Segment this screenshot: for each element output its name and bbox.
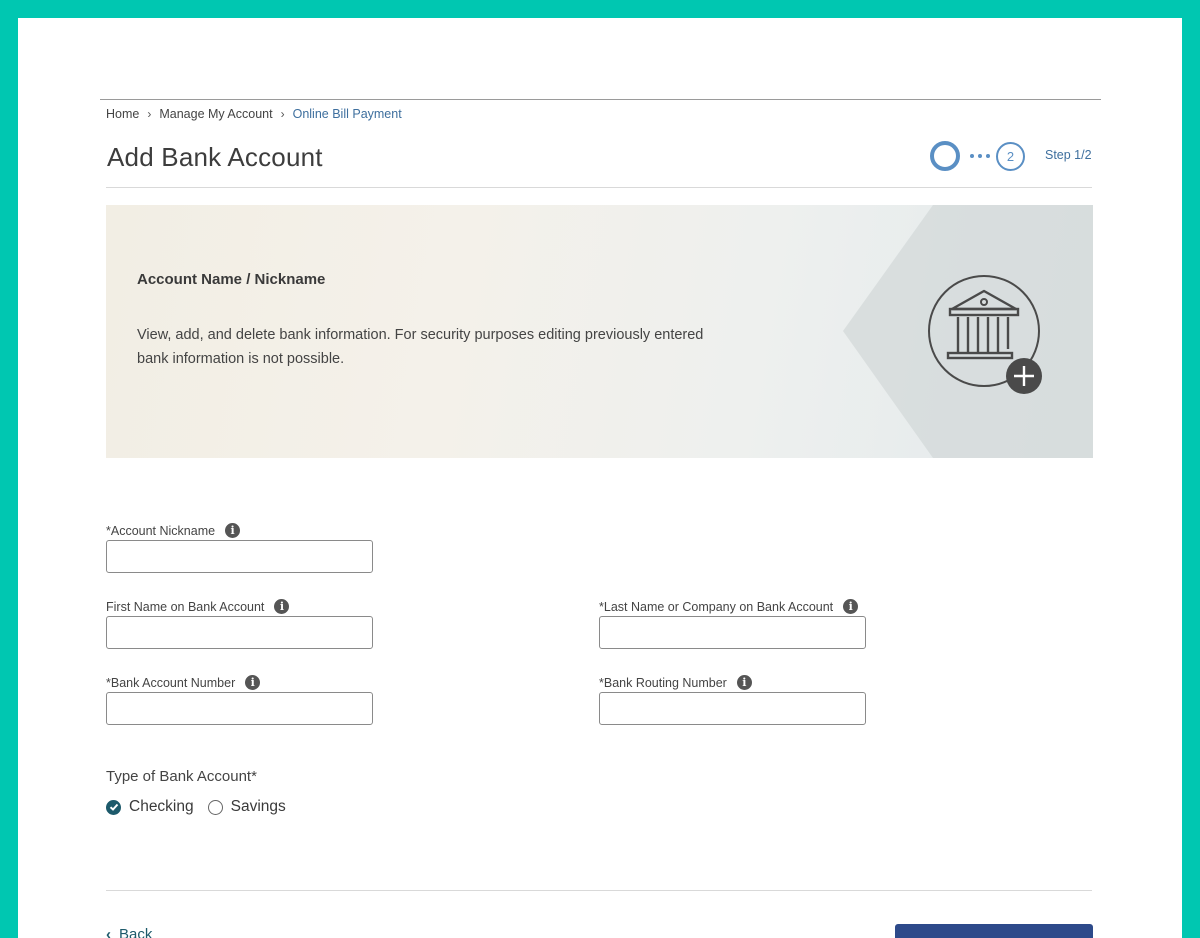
savings-label[interactable]: Savings (231, 798, 286, 816)
breadcrumb-home[interactable]: Home (106, 107, 139, 121)
breadcrumb-separator: › (147, 107, 152, 121)
first-name-label: First Name on Bank Account i (106, 599, 290, 614)
nickname-label-text: *Account Nickname (106, 523, 216, 538)
checkmark-icon (109, 803, 118, 811)
account-number-label-text: *Bank Account Number (106, 675, 236, 690)
info-icon[interactable]: i (843, 599, 859, 614)
routing-number-input[interactable] (599, 692, 866, 725)
last-name-label: *Last Name or Company on Bank Account i (599, 599, 859, 614)
chevron-left-icon: ‹ (106, 926, 111, 938)
account-type-radio-group: Checking Savings (106, 798, 286, 816)
account-nickname-input[interactable] (106, 540, 373, 573)
page-frame: Home › Manage My Account › Online Bill P… (18, 18, 1182, 938)
next-button[interactable] (895, 924, 1093, 938)
progress-stepper: 2 (930, 141, 1025, 171)
last-name-label-text: *Last Name or Company on Bank Account (599, 599, 834, 614)
routing-number-label-text: *Bank Routing Number (599, 675, 727, 690)
back-link[interactable]: ‹ Back (106, 926, 152, 938)
first-name-input[interactable] (106, 616, 373, 649)
info-banner: Account Name / Nickname View, add, and d… (106, 205, 1093, 458)
breadcrumb-separator: › (280, 107, 285, 121)
checking-radio[interactable] (106, 799, 121, 815)
breadcrumb-manage-account[interactable]: Manage My Account (159, 107, 272, 121)
breadcrumb: Home › Manage My Account › Online Bill P… (106, 107, 402, 121)
first-name-label-text: First Name on Bank Account (106, 599, 265, 614)
account-number-label: *Bank Account Number i (106, 675, 261, 690)
page-title: Add Bank Account (107, 142, 323, 172)
header-divider (100, 99, 1101, 100)
checking-label[interactable]: Checking (129, 798, 194, 816)
info-icon[interactable]: i (245, 675, 261, 690)
step-connector-dots (970, 154, 990, 158)
account-type-label: Type of Bank Account* (106, 768, 257, 785)
step-next-indicator: 2 (996, 141, 1025, 171)
banner-description: View, add, and delete bank information. … (137, 327, 704, 367)
account-number-input[interactable] (106, 692, 373, 725)
bank-add-icon (928, 275, 1042, 394)
routing-number-label: *Bank Routing Number i (599, 675, 752, 690)
savings-radio[interactable] (207, 799, 223, 815)
banner-heading: Account Name / Nickname (137, 271, 326, 288)
footer-divider (106, 890, 1092, 891)
info-icon[interactable]: i (274, 599, 290, 614)
title-divider (106, 187, 1092, 188)
back-label: Back (119, 926, 153, 938)
nickname-label: *Account Nickname i (106, 523, 241, 538)
step-label: Step 1/2 (1045, 148, 1092, 162)
breadcrumb-current[interactable]: Online Bill Payment (293, 107, 402, 121)
step-current-indicator (930, 141, 960, 171)
info-icon[interactable]: i (225, 523, 241, 538)
info-icon[interactable]: i (736, 675, 752, 690)
last-name-input[interactable] (599, 616, 866, 649)
